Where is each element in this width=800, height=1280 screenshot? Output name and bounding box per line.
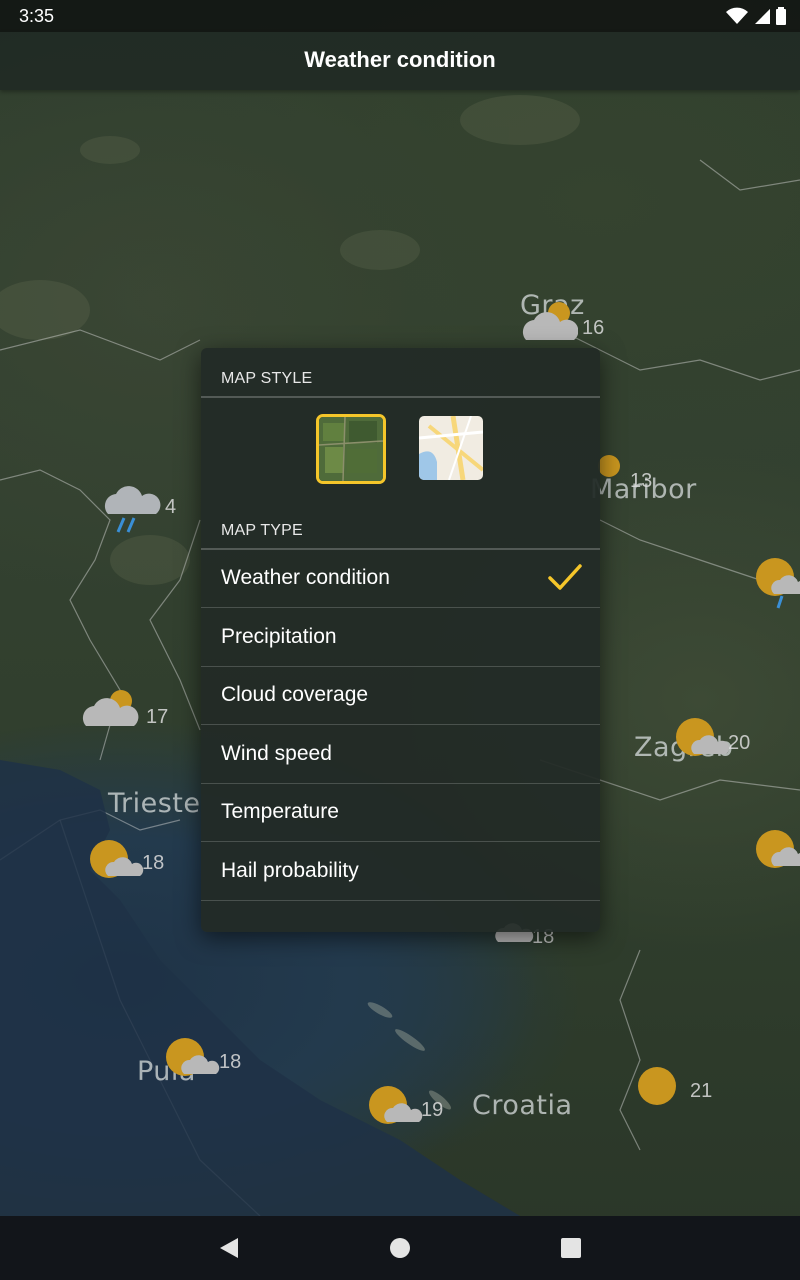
checkmark-icon <box>548 564 582 590</box>
wifi-icon <box>726 7 748 24</box>
map-type-label: Cloud coverage <box>221 683 369 706</box>
back-icon[interactable] <box>218 1237 240 1259</box>
home-icon[interactable] <box>389 1237 411 1259</box>
satellite-style-option[interactable] <box>316 414 386 484</box>
navigation-bar <box>0 1216 800 1280</box>
app-title: Weather condition <box>304 47 496 72</box>
partly-cloudy-icon[interactable] <box>754 828 800 878</box>
map-type-precipitation[interactable]: Precipitation <box>201 608 600 666</box>
app-bar: Weather condition <box>0 32 800 90</box>
status-time: 3:35 <box>19 6 55 26</box>
battery-icon <box>776 7 786 25</box>
partly-cloudy-icon[interactable] <box>80 688 140 738</box>
temp-label: 21 <box>690 1080 713 1102</box>
temp-label: 18 <box>219 1051 242 1073</box>
map-style-header: MAP STYLE <box>221 370 313 387</box>
city-label-trieste: Trieste <box>108 788 201 819</box>
temp-label: 19 <box>421 1099 444 1121</box>
divider <box>201 396 600 398</box>
street-style-option[interactable] <box>419 416 483 480</box>
map-type-label: Hail probability <box>221 859 359 882</box>
partly-cloudy-icon[interactable] <box>164 1036 224 1086</box>
partly-cloudy-icon[interactable] <box>88 838 148 888</box>
temp-label: 17 <box>146 706 169 728</box>
map-type-wind-speed[interactable]: Wind speed <box>201 725 600 783</box>
street-map-thumbnail-icon <box>419 416 483 480</box>
satellite-thumbnail-icon <box>319 417 383 481</box>
map-settings-dialog: MAP STYLE MAP TYPE Weather condition Pre… <box>201 348 600 932</box>
map-type-label: Weather condition <box>221 566 390 589</box>
country-label-croatia: Croatia <box>472 1090 573 1121</box>
rain-sun-icon[interactable] <box>754 556 800 609</box>
map-type-weather-condition[interactable]: Weather condition <box>201 549 600 607</box>
rain-cloud-icon[interactable] <box>102 482 162 533</box>
temp-label: 20 <box>728 732 751 754</box>
temp-label: 18 <box>142 852 165 874</box>
cell-signal-icon <box>755 9 770 24</box>
map-type-cloud-coverage[interactable]: Cloud coverage <box>201 666 600 724</box>
map-type-temperature[interactable]: Temperature <box>201 783 600 841</box>
temp-label: 4 <box>165 496 177 518</box>
map-type-header: MAP TYPE <box>221 522 303 539</box>
map-type-label: Temperature <box>221 800 339 823</box>
status-icons <box>726 6 786 26</box>
recents-icon[interactable] <box>560 1237 582 1259</box>
map-type-hail-probability[interactable]: Hail probability <box>201 842 600 900</box>
divider <box>201 900 600 901</box>
partly-cloudy-icon[interactable] <box>367 1084 427 1134</box>
status-bar: 3:35 <box>0 0 800 32</box>
partly-cloudy-icon[interactable] <box>674 716 734 766</box>
map-type-label: Precipitation <box>221 625 337 648</box>
temp-label: 13 <box>630 470 653 492</box>
partly-cloudy-icon[interactable] <box>518 300 578 350</box>
temp-label: 16 <box>582 317 605 339</box>
sunny-icon[interactable] <box>636 1065 696 1115</box>
map-type-label: Wind speed <box>221 742 332 765</box>
